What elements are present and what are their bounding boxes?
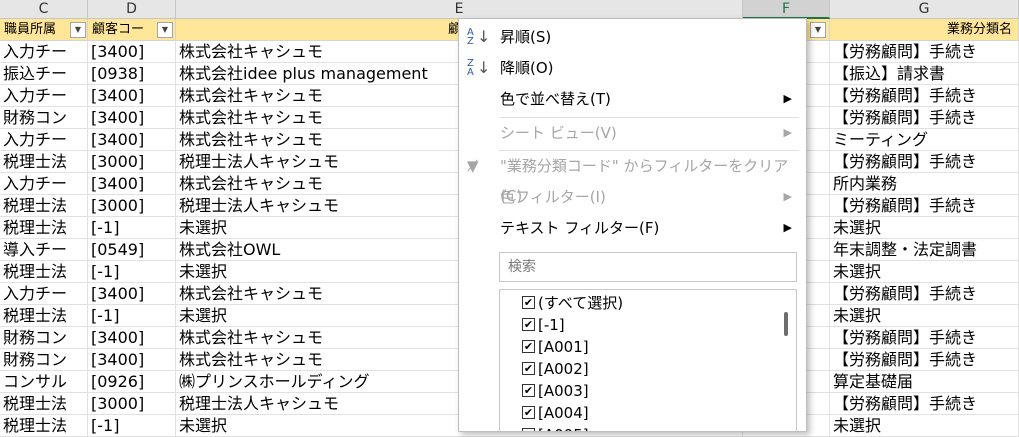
checkbox[interactable]: ✔ <box>522 362 535 375</box>
table-cell[interactable]: 算定基礎届 <box>830 371 1019 393</box>
column-header-c[interactable]: C <box>0 0 88 19</box>
table-cell[interactable]: 【労務顧問】手続き <box>830 41 1019 63</box>
sort-ascending-icon: A Z ↓ <box>467 27 491 47</box>
table-cell[interactable]: [3000] <box>88 393 176 415</box>
table-cell[interactable]: 入力チー <box>0 283 88 305</box>
table-cell[interactable]: ミーティング <box>830 129 1019 151</box>
column-header-d[interactable]: D <box>88 0 176 19</box>
table-cell[interactable]: 【振込】請求書 <box>830 63 1019 85</box>
table-cell[interactable]: 【労務顧問】手続き <box>830 151 1019 173</box>
table-cell[interactable]: 入力チー <box>0 129 88 151</box>
checkbox[interactable]: ✔ <box>522 340 535 353</box>
sort-by-color-item[interactable]: 色で並べ替え(T) ▶ <box>459 84 804 114</box>
sort-descending-icon: Z A ↓ <box>467 58 491 78</box>
table-cell[interactable]: 税理士法 <box>0 217 88 239</box>
table-cell[interactable]: 振込チー <box>0 63 88 85</box>
table-cell[interactable]: [3400] <box>88 107 176 129</box>
filter-value-label: [-1] <box>538 316 565 334</box>
filter-value-label: [A004] <box>538 404 589 422</box>
clear-filter-item: ▼̸ "業務分類コード" からフィルターをクリア(C) <box>459 151 804 205</box>
table-cell[interactable]: 【労務顧問】手続き <box>830 85 1019 107</box>
table-cell[interactable]: 入力チー <box>0 173 88 195</box>
table-cell[interactable]: コンサル <box>0 371 88 393</box>
table-cell[interactable]: 税理士法 <box>0 305 88 327</box>
text-filter-item[interactable]: テキスト フィルター(F) ▶ <box>459 213 804 243</box>
table-cell[interactable]: 【労務顧問】手続き <box>830 393 1019 415</box>
filter-dropdown-d[interactable]: ▼ <box>157 22 173 38</box>
autofilter-menu: A Z ↓ 昇順(S) Z A ↓ 降順(O) 色で並べ替え(T) ▶ シート ビュー(… <box>458 18 807 432</box>
table-cell[interactable]: 財務コン <box>0 327 88 349</box>
table-cell[interactable]: [3400] <box>88 129 176 151</box>
table-cell[interactable]: 所内業務 <box>830 173 1019 195</box>
table-cell[interactable]: [3400] <box>88 283 176 305</box>
table-cell[interactable]: 入力チー <box>0 85 88 107</box>
checkbox[interactable]: ✔ <box>522 384 535 397</box>
table-cell[interactable]: 税理士法 <box>0 151 88 173</box>
filter-value-label: (すべて選択) <box>538 294 624 312</box>
table-cell[interactable]: [-1] <box>88 261 176 283</box>
filter-search-input[interactable]: 検索 <box>499 252 797 282</box>
table-cell[interactable]: 税理士法 <box>0 415 88 437</box>
table-cell[interactable]: 【労務顧問】手続き <box>830 195 1019 217</box>
table-cell[interactable]: 【労務顧問】手続き <box>830 327 1019 349</box>
table-cell[interactable]: 未選択 <box>830 261 1019 283</box>
table-cell[interactable]: [3000] <box>88 195 176 217</box>
header-cell-business-category[interactable]: 業務分類名 <box>830 19 1019 41</box>
table-cell[interactable]: [0938] <box>88 63 176 85</box>
table-cell[interactable]: [3400] <box>88 85 176 107</box>
table-cell[interactable]: 【労務顧問】手続き <box>830 349 1019 371</box>
table-cell[interactable]: [-1] <box>88 415 176 437</box>
table-cell[interactable]: 未選択 <box>830 305 1019 327</box>
table-cell[interactable]: 未選択 <box>830 415 1019 437</box>
submenu-arrow-icon: ▶ <box>783 190 792 203</box>
filter-value-label: [A002] <box>538 360 589 378</box>
table-cell[interactable]: 【労務顧問】手続き <box>830 107 1019 129</box>
table-cell[interactable]: 未選択 <box>830 217 1019 239</box>
table-cell[interactable]: 【労務顧問】手続き <box>830 283 1019 305</box>
table-cell[interactable]: [-1] <box>88 305 176 327</box>
table-cell[interactable]: [3400] <box>88 41 176 63</box>
table-cell[interactable]: 財務コン <box>0 107 88 129</box>
filter-value-label: [A001] <box>538 338 589 356</box>
filter-dropdown-f[interactable]: ▼ <box>810 22 826 38</box>
filter-dropdown-c[interactable]: ▼ <box>70 22 86 38</box>
checkbox[interactable]: ✔ <box>522 406 535 419</box>
column-header-e[interactable]: E <box>176 0 743 19</box>
table-cell[interactable]: 財務コン <box>0 349 88 371</box>
sort-ascending-item[interactable]: A Z ↓ 昇順(S) <box>459 22 804 52</box>
table-cell[interactable]: 年末調整・法定調書 <box>830 239 1019 261</box>
submenu-arrow-icon: ▶ <box>783 126 792 139</box>
table-cell[interactable]: 導入チー <box>0 239 88 261</box>
filter-value-label: [A003] <box>538 382 589 400</box>
submenu-arrow-icon: ▶ <box>783 92 792 105</box>
column-header-g[interactable]: G <box>830 0 1019 19</box>
color-filter-item: 色フィルター(I) ▶ <box>459 182 804 212</box>
table-cell[interactable]: 税理士法 <box>0 195 88 217</box>
table-cell[interactable]: [3400] <box>88 327 176 349</box>
table-cell[interactable]: 入力チー <box>0 41 88 63</box>
table-cell[interactable]: [0549] <box>88 239 176 261</box>
checkbox[interactable]: ✔ <box>522 318 535 331</box>
table-cell[interactable]: [-1] <box>88 217 176 239</box>
list-scrollbar-thumb[interactable] <box>784 312 788 336</box>
sort-descending-item[interactable]: Z A ↓ 降順(O) <box>459 53 804 83</box>
table-cell[interactable]: 税理士法 <box>0 261 88 283</box>
table-cell[interactable]: [3000] <box>88 151 176 173</box>
sheet-view-item: シート ビュー(V) ▶ <box>459 118 804 148</box>
clear-filter-icon: ▼̸ <box>467 157 479 175</box>
checkbox[interactable]: ✔ <box>522 296 535 309</box>
filter-value-list: ✔ (すべて選択) ✔ [-1] ✔ [A001] ✔ [A002] ✔ [A003] ✔ [A004… <box>499 289 797 431</box>
table-cell[interactable]: [3400] <box>88 349 176 371</box>
table-cell[interactable]: 税理士法 <box>0 393 88 415</box>
table-cell[interactable]: [0926] <box>88 371 176 393</box>
column-header-f[interactable]: F <box>743 0 830 19</box>
submenu-arrow-icon: ▶ <box>783 221 792 234</box>
table-cell[interactable]: [3400] <box>88 173 176 195</box>
